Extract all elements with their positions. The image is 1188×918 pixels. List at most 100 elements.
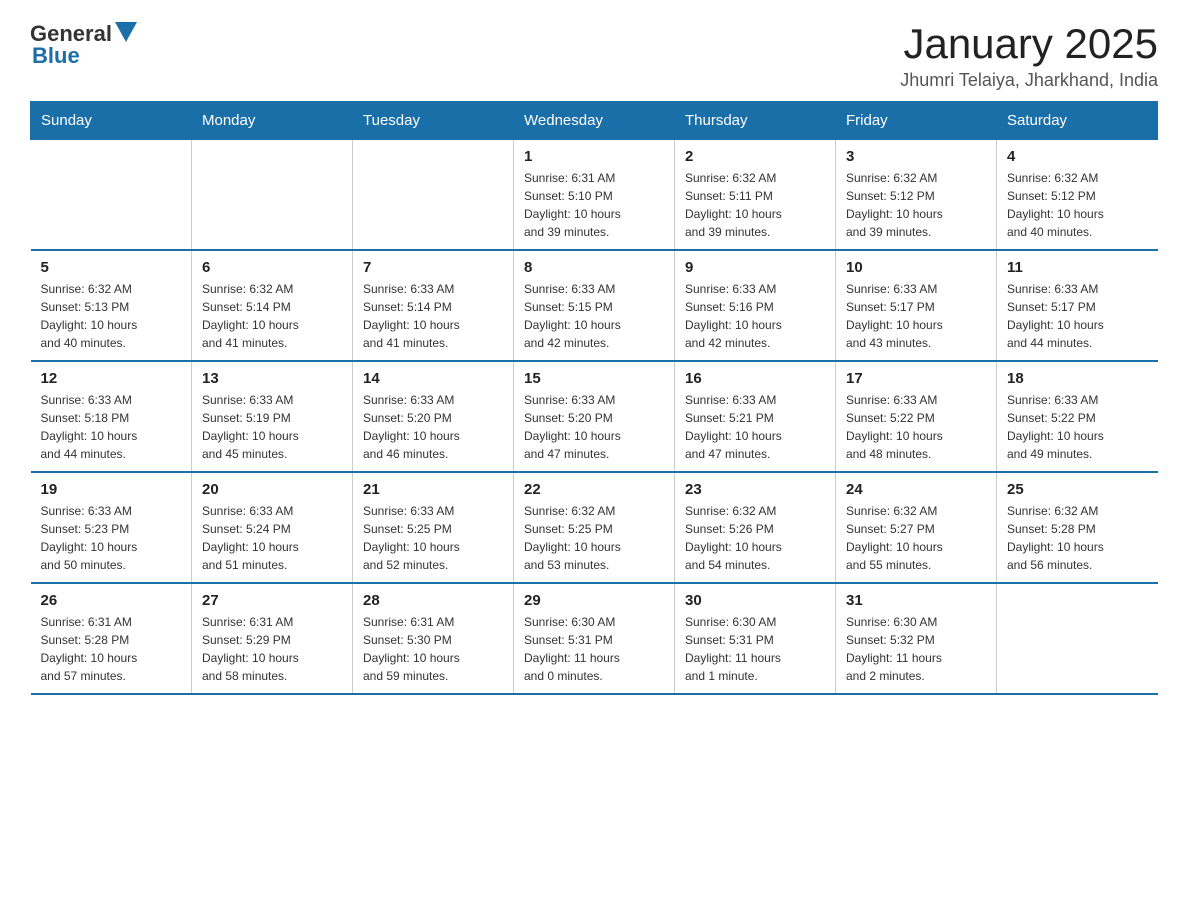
day-cell: 22 Sunrise: 6:32 AMSunset: 5:25 PMDayligh… <box>514 472 675 583</box>
day-info: Sunrise: 6:33 AMSunset: 5:17 PMDaylight:… <box>1007 280 1148 352</box>
header-row: SundayMondayTuesdayWednesdayThursdayFrid… <box>31 102 1158 140</box>
day-cell: 3Sunrise: 6:32 AMSunset: 5:12 PMDaylight… <box>836 140 997 251</box>
day-cell: 11 Sunrise: 6:33 AMSunset: 5:17 PMDayligh… <box>997 250 1158 361</box>
day-cell: 24 Sunrise: 6:32 AMSunset: 5:27 PMDayligh… <box>836 472 997 583</box>
day-info: Sunrise: 6:31 AMSunset: 5:30 PMDaylight:… <box>363 613 503 685</box>
day-cell: 6 Sunrise: 6:32 AMSunset: 5:14 PMDaylight… <box>192 250 353 361</box>
day-info: Sunrise: 6:30 AMSunset: 5:31 PMDaylight:… <box>685 613 825 685</box>
logo-blue: Blue <box>32 43 80 69</box>
day-info: Sunrise: 6:33 AMSunset: 5:20 PMDaylight:… <box>363 391 503 463</box>
month-title: January 2025 <box>900 20 1158 68</box>
header-day-tuesday: Tuesday <box>353 102 514 140</box>
day-info: Sunrise: 6:33 AMSunset: 5:16 PMDaylight:… <box>685 280 825 352</box>
week-row-2: 5 Sunrise: 6:32 AMSunset: 5:13 PMDaylight… <box>31 250 1158 361</box>
day-cell: 1 Sunrise: 6:31 AMSunset: 5:10 PMDaylight… <box>514 140 675 251</box>
day-cell <box>997 583 1158 694</box>
day-info: Sunrise: 6:33 AMSunset: 5:20 PMDaylight:… <box>524 391 664 463</box>
day-number: 1 <box>524 148 664 165</box>
day-number: 22 <box>524 481 664 498</box>
day-cell: 20 Sunrise: 6:33 AMSunset: 5:24 PMDayligh… <box>192 472 353 583</box>
day-info: Sunrise: 6:33 AMSunset: 5:15 PMDaylight:… <box>524 280 664 352</box>
day-cell: 17 Sunrise: 6:33 AMSunset: 5:22 PMDayligh… <box>836 361 997 472</box>
day-number: 24 <box>846 481 986 498</box>
day-cell: 21 Sunrise: 6:33 AMSunset: 5:25 PMDayligh… <box>353 472 514 583</box>
day-number: 17 <box>846 370 986 387</box>
header-day-thursday: Thursday <box>675 102 836 140</box>
day-info: Sunrise: 6:30 AMSunset: 5:31 PMDaylight:… <box>524 613 664 685</box>
day-cell: 27 Sunrise: 6:31 AMSunset: 5:29 PMDayligh… <box>192 583 353 694</box>
day-number: 15 <box>524 370 664 387</box>
day-info: Sunrise: 6:32 AMSunset: 5:28 PMDaylight:… <box>1007 502 1148 574</box>
day-info: Sunrise: 6:32 AMSunset: 5:27 PMDaylight:… <box>846 502 986 574</box>
header-day-monday: Monday <box>192 102 353 140</box>
day-cell: 16 Sunrise: 6:33 AMSunset: 5:21 PMDayligh… <box>675 361 836 472</box>
day-number: 31 <box>846 592 986 609</box>
day-info: Sunrise: 6:33 AMSunset: 5:25 PMDaylight:… <box>363 502 503 574</box>
day-info: Sunrise: 6:33 AMSunset: 5:23 PMDaylight:… <box>41 502 182 574</box>
day-info: Sunrise: 6:33 AMSunset: 5:17 PMDaylight:… <box>846 280 986 352</box>
day-number: 8 <box>524 259 664 276</box>
page-header: General Blue January 2025 Jhumri Telaiya… <box>30 20 1158 91</box>
day-info: Sunrise: 6:32 AMSunset: 5:25 PMDaylight:… <box>524 502 664 574</box>
day-info: Sunrise: 6:31 AMSunset: 5:10 PMDaylight:… <box>524 169 664 241</box>
week-row-4: 19Sunrise: 6:33 AMSunset: 5:23 PMDayligh… <box>31 472 1158 583</box>
day-cell <box>353 140 514 251</box>
header-day-friday: Friday <box>836 102 997 140</box>
day-info: Sunrise: 6:33 AMSunset: 5:14 PMDaylight:… <box>363 280 503 352</box>
day-cell: 4Sunrise: 6:32 AMSunset: 5:12 PMDaylight… <box>997 140 1158 251</box>
day-cell: 14 Sunrise: 6:33 AMSunset: 5:20 PMDayligh… <box>353 361 514 472</box>
day-cell <box>31 140 192 251</box>
calendar-body: 1 Sunrise: 6:31 AMSunset: 5:10 PMDaylight… <box>31 140 1158 695</box>
day-number: 2 <box>685 148 825 165</box>
day-cell: 15 Sunrise: 6:33 AMSunset: 5:20 PMDayligh… <box>514 361 675 472</box>
day-info: Sunrise: 6:32 AMSunset: 5:14 PMDaylight:… <box>202 280 342 352</box>
day-cell: 30 Sunrise: 6:30 AMSunset: 5:31 PMDayligh… <box>675 583 836 694</box>
day-info: Sunrise: 6:32 AMSunset: 5:12 PMDaylight:… <box>846 169 986 241</box>
day-number: 16 <box>685 370 825 387</box>
day-number: 20 <box>202 481 342 498</box>
day-number: 10 <box>846 259 986 276</box>
day-cell: 28 Sunrise: 6:31 AMSunset: 5:30 PMDayligh… <box>353 583 514 694</box>
day-cell: 10 Sunrise: 6:33 AMSunset: 5:17 PMDayligh… <box>836 250 997 361</box>
day-number: 25 <box>1007 481 1148 498</box>
logo: General Blue <box>30 20 137 69</box>
day-number: 9 <box>685 259 825 276</box>
day-cell: 13Sunrise: 6:33 AMSunset: 5:19 PMDayligh… <box>192 361 353 472</box>
day-info: Sunrise: 6:33 AMSunset: 5:21 PMDaylight:… <box>685 391 825 463</box>
title-section: January 2025 Jhumri Telaiya, Jharkhand, … <box>900 20 1158 91</box>
location: Jhumri Telaiya, Jharkhand, India <box>900 70 1158 91</box>
day-number: 7 <box>363 259 503 276</box>
week-row-3: 12Sunrise: 6:33 AMSunset: 5:18 PMDayligh… <box>31 361 1158 472</box>
day-number: 28 <box>363 592 503 609</box>
day-info: Sunrise: 6:33 AMSunset: 5:22 PMDaylight:… <box>1007 391 1148 463</box>
day-number: 23 <box>685 481 825 498</box>
day-number: 12 <box>41 370 182 387</box>
day-info: Sunrise: 6:32 AMSunset: 5:11 PMDaylight:… <box>685 169 825 241</box>
day-info: Sunrise: 6:33 AMSunset: 5:22 PMDaylight:… <box>846 391 986 463</box>
day-cell: 31Sunrise: 6:30 AMSunset: 5:32 PMDayligh… <box>836 583 997 694</box>
day-number: 6 <box>202 259 342 276</box>
day-cell: 19Sunrise: 6:33 AMSunset: 5:23 PMDayligh… <box>31 472 192 583</box>
day-info: Sunrise: 6:31 AMSunset: 5:29 PMDaylight:… <box>202 613 342 685</box>
header-day-sunday: Sunday <box>31 102 192 140</box>
day-number: 4 <box>1007 148 1148 165</box>
day-number: 21 <box>363 481 503 498</box>
day-info: Sunrise: 6:33 AMSunset: 5:24 PMDaylight:… <box>202 502 342 574</box>
week-row-5: 26Sunrise: 6:31 AMSunset: 5:28 PMDayligh… <box>31 583 1158 694</box>
day-number: 14 <box>363 370 503 387</box>
day-cell: 26Sunrise: 6:31 AMSunset: 5:28 PMDayligh… <box>31 583 192 694</box>
day-number: 30 <box>685 592 825 609</box>
day-info: Sunrise: 6:32 AMSunset: 5:13 PMDaylight:… <box>41 280 182 352</box>
logo-triangle-icon <box>115 22 137 42</box>
day-cell: 23Sunrise: 6:32 AMSunset: 5:26 PMDayligh… <box>675 472 836 583</box>
day-number: 26 <box>41 592 182 609</box>
day-number: 11 <box>1007 259 1148 276</box>
day-cell: 12Sunrise: 6:33 AMSunset: 5:18 PMDayligh… <box>31 361 192 472</box>
day-number: 27 <box>202 592 342 609</box>
day-cell: 5 Sunrise: 6:32 AMSunset: 5:13 PMDaylight… <box>31 250 192 361</box>
day-number: 13 <box>202 370 342 387</box>
calendar-table: SundayMondayTuesdayWednesdayThursdayFrid… <box>30 101 1158 695</box>
header-day-wednesday: Wednesday <box>514 102 675 140</box>
day-number: 5 <box>41 259 182 276</box>
day-cell: 2 Sunrise: 6:32 AMSunset: 5:11 PMDaylight… <box>675 140 836 251</box>
